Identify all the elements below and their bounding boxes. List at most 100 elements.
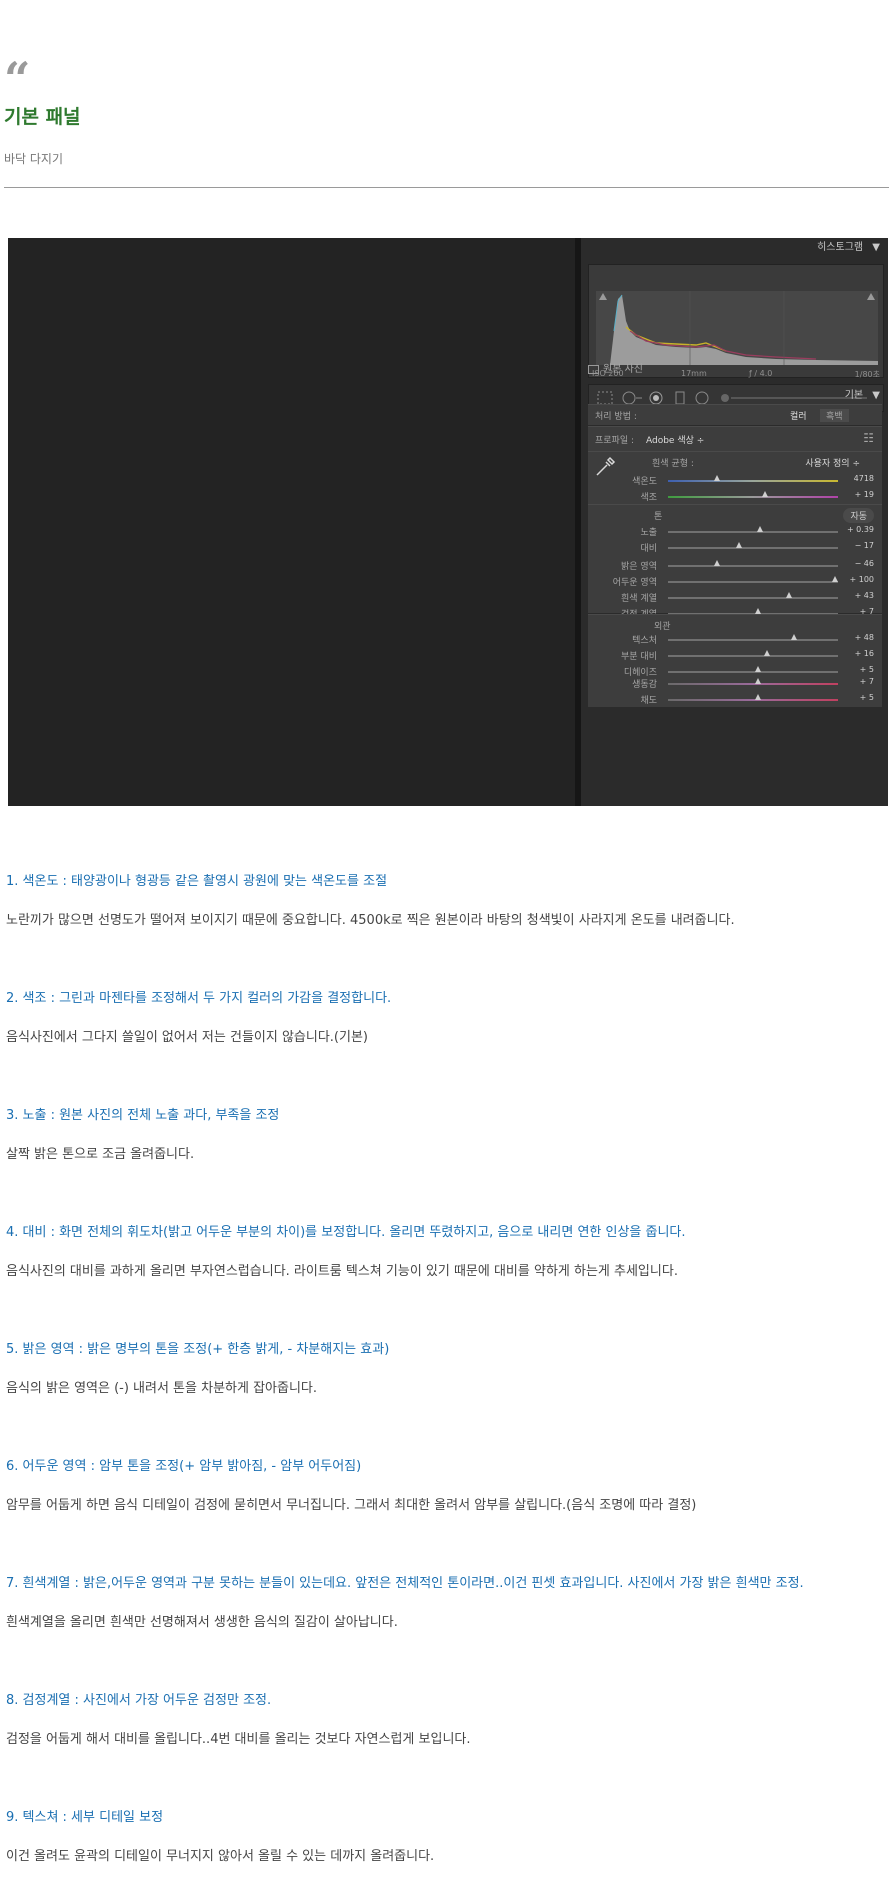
slider-thumb-icon[interactable] bbox=[755, 678, 762, 684]
slider-row[interactable]: 채도 + 5 bbox=[588, 693, 882, 707]
profile-select[interactable]: Adobe 색상 ÷ bbox=[646, 433, 704, 446]
slider-value[interactable]: + 0.39 bbox=[847, 525, 874, 534]
item-heading: 9. 텍스쳐 : 세부 디테일 보정 bbox=[6, 1810, 164, 1825]
slider-row[interactable]: 흰색 계열 + 43 bbox=[588, 591, 882, 605]
slider-track[interactable] bbox=[668, 655, 838, 657]
slider-track[interactable] bbox=[668, 699, 838, 701]
profile-browser-icon[interactable]: ☷ bbox=[863, 431, 874, 445]
list-item: 3. 노출 : 원본 사진의 전체 노출 과다, 부족을 조정 살짝 밝은 톤으… bbox=[6, 1104, 279, 1162]
slider-value[interactable]: + 5 bbox=[860, 693, 874, 702]
slider-thumb-icon[interactable] bbox=[736, 542, 743, 548]
slider-thumb-icon[interactable] bbox=[785, 592, 792, 598]
lightroom-screenshot: 히스토그램 ▼ ISO 200 17mm ƒ / 4.0 1/80초 원본 사진… bbox=[8, 238, 888, 806]
slider-label: 생동감 bbox=[632, 680, 657, 690]
graduated-filter-icon[interactable] bbox=[675, 391, 685, 405]
slider-thumb-icon[interactable] bbox=[714, 560, 721, 566]
slider-label: 텍스처 bbox=[632, 636, 657, 646]
slider-value[interactable]: 4718 bbox=[854, 474, 874, 483]
spot-removal-icon[interactable] bbox=[621, 391, 643, 405]
basic-header[interactable]: 기본 ▼ bbox=[845, 388, 880, 404]
slider-track[interactable] bbox=[668, 496, 838, 498]
slider-track[interactable] bbox=[668, 671, 838, 673]
crop-icon[interactable] bbox=[597, 391, 613, 405]
slider-thumb-icon[interactable] bbox=[790, 634, 797, 640]
slider-label: 색온도 bbox=[632, 477, 657, 487]
histogram-label: 히스토그램 bbox=[817, 242, 864, 253]
profile-label: 프로파일 : bbox=[595, 436, 635, 446]
slider-row[interactable]: 생동감 + 7 bbox=[588, 677, 882, 691]
item-heading: 4. 대비 : 화면 전체의 휘도차(밝고 어두운 부분의 차이)를 보정합니다… bbox=[6, 1225, 686, 1240]
photo-preview-area bbox=[8, 238, 575, 806]
slider-thumb-icon[interactable] bbox=[763, 650, 770, 656]
slider-track[interactable] bbox=[668, 639, 838, 641]
profile-row: 프로파일 : Adobe 색상 ÷ ☷ bbox=[588, 426, 882, 451]
slider-value[interactable]: + 43 bbox=[855, 591, 874, 600]
slider-row[interactable]: 색조 + 19 bbox=[588, 490, 882, 504]
item-text: 검정을 어둡게 해서 대비를 올립니다..4번 대비를 올리는 것보다 자연스럽… bbox=[6, 1732, 471, 1747]
slider-value[interactable]: − 17 bbox=[855, 541, 874, 550]
slider-row[interactable]: 밝은 영역 − 46 bbox=[588, 559, 882, 573]
original-photo-toggle[interactable]: 원본 사진 bbox=[588, 360, 643, 375]
slider-thumb-icon[interactable] bbox=[755, 694, 762, 700]
auto-button[interactable]: 자동 bbox=[843, 508, 874, 523]
red-eye-icon[interactable] bbox=[649, 391, 663, 405]
list-item: 5. 밝은 영역 : 밝은 명부의 톤을 조정(+ 한층 밝게, - 차분해지는… bbox=[6, 1338, 389, 1396]
slider-value[interactable]: + 48 bbox=[855, 633, 874, 642]
slider-row[interactable]: 대비 − 17 bbox=[588, 541, 882, 555]
slider-track[interactable] bbox=[668, 683, 838, 685]
slider-value[interactable]: + 16 bbox=[855, 649, 874, 658]
item-text: 노란끼가 많으면 선명도가 떨어져 보이지기 때문에 중요합니다. 4500k로… bbox=[6, 913, 735, 928]
slider-label: 채도 bbox=[640, 696, 657, 706]
slider-row[interactable]: 색온도 4718 bbox=[588, 474, 882, 488]
slider-thumb-icon[interactable] bbox=[756, 526, 763, 532]
slider-label: 어두운 영역 bbox=[612, 578, 657, 588]
focal-readout: 17mm bbox=[681, 369, 707, 378]
slider-track[interactable] bbox=[668, 547, 838, 549]
item-text: 음식의 밝은 영역은 (-) 내려서 톤을 차분하게 잡아줍니다. bbox=[6, 1381, 318, 1396]
item-text: 살짝 밝은 톤으로 조금 올려줍니다. bbox=[6, 1147, 195, 1162]
slider-thumb-icon[interactable] bbox=[755, 666, 762, 672]
presence-label: 외관 bbox=[654, 622, 671, 632]
slider-thumb-icon[interactable] bbox=[714, 475, 721, 481]
slider-track[interactable] bbox=[668, 480, 838, 482]
highlight-clip-icon[interactable] bbox=[867, 293, 875, 300]
shadow-clip-icon[interactable] bbox=[599, 293, 607, 300]
aperture-readout: ƒ / 4.0 bbox=[749, 369, 773, 378]
wb-select[interactable]: 사용자 정의 ÷ bbox=[805, 456, 860, 469]
develop-panel: 히스토그램 ▼ ISO 200 17mm ƒ / 4.0 1/80초 원본 사진… bbox=[581, 238, 888, 806]
slider-track[interactable] bbox=[668, 531, 838, 533]
treatment-row: 처리 방법 : 컬러 흑백 bbox=[588, 404, 882, 425]
list-item: 6. 어두운 영역 : 암부 톤을 조정(+ 암부 밝아짐, - 암부 어두어짐… bbox=[6, 1455, 696, 1513]
slider-value[interactable]: + 7 bbox=[860, 677, 874, 686]
list-item: 9. 텍스쳐 : 세부 디테일 보정 이건 올려도 윤곽의 디테일이 무너지지 … bbox=[6, 1806, 434, 1864]
list-item: 1. 색온도 : 태양광이나 형광등 같은 촬영시 광원에 맞는 색온도를 조절… bbox=[6, 870, 735, 928]
slider-value[interactable]: + 19 bbox=[855, 490, 874, 499]
slider-value[interactable]: + 5 bbox=[860, 665, 874, 674]
slider-value[interactable]: + 100 bbox=[849, 575, 874, 584]
histogram-graph bbox=[596, 291, 878, 365]
section-title: 기본 패널 bbox=[4, 106, 81, 128]
slider-row[interactable]: 어두운 영역 + 100 bbox=[588, 575, 882, 589]
original-photo-label: 원본 사진 bbox=[603, 364, 643, 375]
slider-track[interactable] bbox=[668, 581, 838, 583]
treatment-bw-option[interactable]: 흑백 bbox=[820, 409, 849, 422]
slider-thumb-icon[interactable] bbox=[831, 576, 838, 582]
list-item: 7. 흰색계열 : 밝은,어두운 영역과 구분 못하는 분들이 있는데요. 앞전… bbox=[6, 1572, 804, 1630]
white-balance-block: 흰색 균형 : 사용자 정의 ÷ 색온도 4718 색조 + 19 bbox=[588, 451, 882, 504]
treatment-color-option[interactable]: 컬러 bbox=[790, 409, 807, 422]
slider-value[interactable]: − 46 bbox=[855, 559, 874, 568]
slider-track[interactable] bbox=[668, 597, 838, 599]
radial-filter-icon[interactable] bbox=[695, 391, 709, 405]
tone-label: 톤 bbox=[654, 512, 663, 522]
divider bbox=[4, 187, 889, 188]
slider-track[interactable] bbox=[668, 565, 838, 567]
histogram-header[interactable]: 히스토그램 ▼ bbox=[817, 240, 880, 256]
section-subtitle: 바닥 다지기 bbox=[4, 152, 64, 166]
tone-block: 톤 자동 노출 + 0.39 대비 − 17 밝은 영역 − 46 어두운 영역 + 100… bbox=[588, 504, 882, 620]
slider-row[interactable]: 노출 + 0.39 bbox=[588, 525, 882, 539]
slider-row[interactable]: 텍스처 + 48 bbox=[588, 633, 882, 647]
slider-thumb-icon[interactable] bbox=[761, 491, 768, 497]
list-item: 8. 검정계열 : 사진에서 가장 어두운 검정만 조정. 검정을 어둡게 해서… bbox=[6, 1689, 471, 1747]
list-item: 4. 대비 : 화면 전체의 휘도차(밝고 어두운 부분의 차이)를 보정합니다… bbox=[6, 1221, 686, 1279]
slider-row[interactable]: 부분 대비 + 16 bbox=[588, 649, 882, 663]
